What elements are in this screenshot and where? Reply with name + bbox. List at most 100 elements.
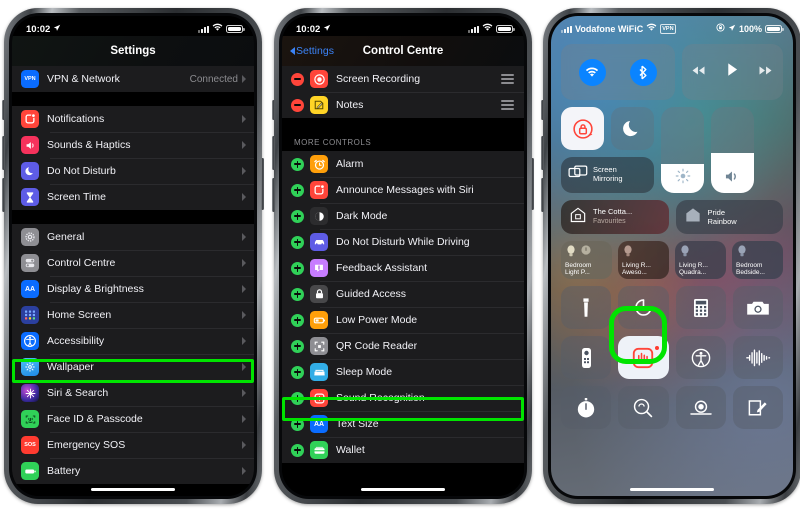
control-row-qr-code-reader[interactable]: QR Code Reader <box>282 333 524 359</box>
vpn-badge: VPN <box>660 24 676 34</box>
home-indicator[interactable] <box>361 487 445 491</box>
rewind-icon[interactable] <box>691 63 706 81</box>
settings-row-do-not-disturb[interactable]: Do Not Disturb <box>12 158 254 184</box>
settings-row-control-centre[interactable]: Control Centre <box>12 250 254 276</box>
apple-tv-remote-button[interactable] <box>561 336 612 379</box>
settings-row-battery[interactable]: Battery <box>12 458 254 484</box>
settings-row-siri-search[interactable]: Siri & Search <box>12 380 254 406</box>
chevron-right-icon <box>242 259 246 267</box>
side-button[interactable] <box>531 158 534 210</box>
home-indicator[interactable] <box>91 487 175 491</box>
settings-row-sounds-haptics[interactable]: Sounds & Haptics <box>12 132 254 158</box>
control-row-wallet[interactable]: Wallet <box>282 437 524 463</box>
control-row-notes[interactable]: Notes <box>282 92 524 118</box>
add-control-button[interactable] <box>291 157 304 171</box>
home-accessory-label: Bedroom Light P... <box>565 261 592 277</box>
screen-mirroring-tile[interactable]: Screen Mirroring <box>561 157 654 193</box>
reorder-handle[interactable] <box>501 100 514 110</box>
home-accessory-tile[interactable]: Bedroom Light P... <box>561 241 612 279</box>
now-playing-tile[interactable] <box>681 44 783 100</box>
control-row-alarm[interactable]: Alarm <box>282 151 524 177</box>
reorder-handle[interactable] <box>501 74 514 84</box>
home-indicator[interactable] <box>630 487 714 491</box>
camera-button[interactable] <box>732 286 783 329</box>
back-to-settings-button[interactable]: Settings <box>290 45 334 57</box>
control-row-low-power-mode[interactable]: Low Power Mode <box>282 307 524 333</box>
volume-down-button[interactable] <box>541 178 544 212</box>
play-icon[interactable] <box>726 62 739 82</box>
control-row-screen-recording[interactable]: Screen Recording <box>282 66 524 92</box>
settings-row-vpn-network[interactable]: VPN VPN & Network Connected <box>12 66 254 92</box>
home-scene-tile-cottage[interactable]: The Cotta... Favourites <box>561 200 669 234</box>
control-row-text-size[interactable]: AA Text Size <box>282 411 524 437</box>
settings-row-face-id-passcode[interactable]: Face ID & Passcode <box>12 406 254 432</box>
add-control-button[interactable] <box>291 313 304 327</box>
volume-up-button[interactable] <box>272 136 275 170</box>
do-not-disturb-toggle[interactable] <box>611 107 654 150</box>
stopwatch-button[interactable] <box>561 386 612 429</box>
volume-up-button[interactable] <box>541 136 544 170</box>
control-row-dnd-while-driving[interactable]: Do Not Disturb While Driving <box>282 229 524 255</box>
remove-control-button[interactable] <box>291 72 304 86</box>
sound-recognition-button[interactable] <box>618 336 669 379</box>
group-separator <box>12 210 254 224</box>
siri-search-icon <box>21 384 39 402</box>
add-control-button[interactable] <box>291 183 304 197</box>
control-row-feedback-assistant[interactable]: Feedback Assistant <box>282 255 524 281</box>
control-row-sound-recognition[interactable]: Sound Recognition <box>282 385 524 411</box>
flashlight-toggle[interactable] <box>561 286 612 329</box>
control-row-label: Alarm <box>336 158 364 170</box>
side-button[interactable] <box>261 158 264 210</box>
settings-row-emergency-sos[interactable]: SOS Emergency SOS <box>12 432 254 458</box>
volume-down-button[interactable] <box>2 178 5 212</box>
bluetooth-toggle[interactable] <box>629 58 657 86</box>
settings-row-notifications[interactable]: Notifications <box>12 106 254 132</box>
rotation-lock-toggle[interactable] <box>561 107 604 150</box>
add-control-button[interactable] <box>291 339 304 353</box>
silent-switch[interactable] <box>272 100 275 120</box>
home-filled-icon <box>684 206 702 229</box>
notes-button[interactable] <box>732 386 783 429</box>
add-control-button[interactable] <box>291 261 304 275</box>
settings-row-wallpaper[interactable]: Wallpaper <box>12 354 254 380</box>
hearing-button[interactable] <box>732 336 783 379</box>
fast-forward-icon[interactable] <box>758 63 773 81</box>
wifi-toggle[interactable] <box>578 58 606 86</box>
volume-up-button[interactable] <box>2 136 5 170</box>
home-scene-tile-pride[interactable]: Pride Rainbow <box>675 200 783 234</box>
add-control-button[interactable] <box>291 365 304 379</box>
timer-button[interactable] <box>618 286 669 329</box>
home-accessory-tile[interactable]: Living R... Aweso... <box>618 241 669 279</box>
add-control-button[interactable] <box>291 391 304 405</box>
settings-row-home-screen[interactable]: Home Screen <box>12 302 254 328</box>
settings-row-general[interactable]: General <box>12 224 254 250</box>
add-control-button[interactable] <box>291 209 304 223</box>
brightness-slider[interactable] <box>661 107 704 193</box>
add-control-button[interactable] <box>291 443 304 457</box>
control-row-guided-access[interactable]: Guided Access <box>282 281 524 307</box>
wallpaper-icon <box>21 358 39 376</box>
home-accessory-tile[interactable]: Living R... Quadra... <box>675 241 726 279</box>
settings-row-label: Do Not Disturb <box>47 165 116 177</box>
settings-row-accessibility[interactable]: Accessibility <box>12 328 254 354</box>
add-control-button[interactable] <box>291 287 304 301</box>
home-accessory-tile[interactable]: Bedroom Bedside... <box>732 241 783 279</box>
magnifier-button[interactable] <box>618 386 669 429</box>
remove-control-button[interactable] <box>291 98 304 112</box>
control-row-announce-messages[interactable]: Announce Messages with Siri <box>282 177 524 203</box>
volume-down-button[interactable] <box>272 178 275 212</box>
add-control-button[interactable] <box>291 417 304 431</box>
control-row-sleep-mode[interactable]: Sleep Mode <box>282 359 524 385</box>
settings-row-display-brightness[interactable]: AA Display & Brightness <box>12 276 254 302</box>
settings-row-screen-time[interactable]: Screen Time <box>12 184 254 210</box>
cellular-bars-icon <box>468 25 479 33</box>
silent-switch[interactable] <box>2 100 5 120</box>
connectivity-tile[interactable] <box>561 44 675 100</box>
accessibility-shortcuts-button[interactable] <box>675 336 726 379</box>
volume-slider[interactable] <box>711 107 754 193</box>
add-control-button[interactable] <box>291 235 304 249</box>
control-row-dark-mode[interactable]: Dark Mode <box>282 203 524 229</box>
calculator-button[interactable] <box>675 286 726 329</box>
voice-memos-button[interactable] <box>675 386 726 429</box>
silent-switch[interactable] <box>541 100 544 120</box>
